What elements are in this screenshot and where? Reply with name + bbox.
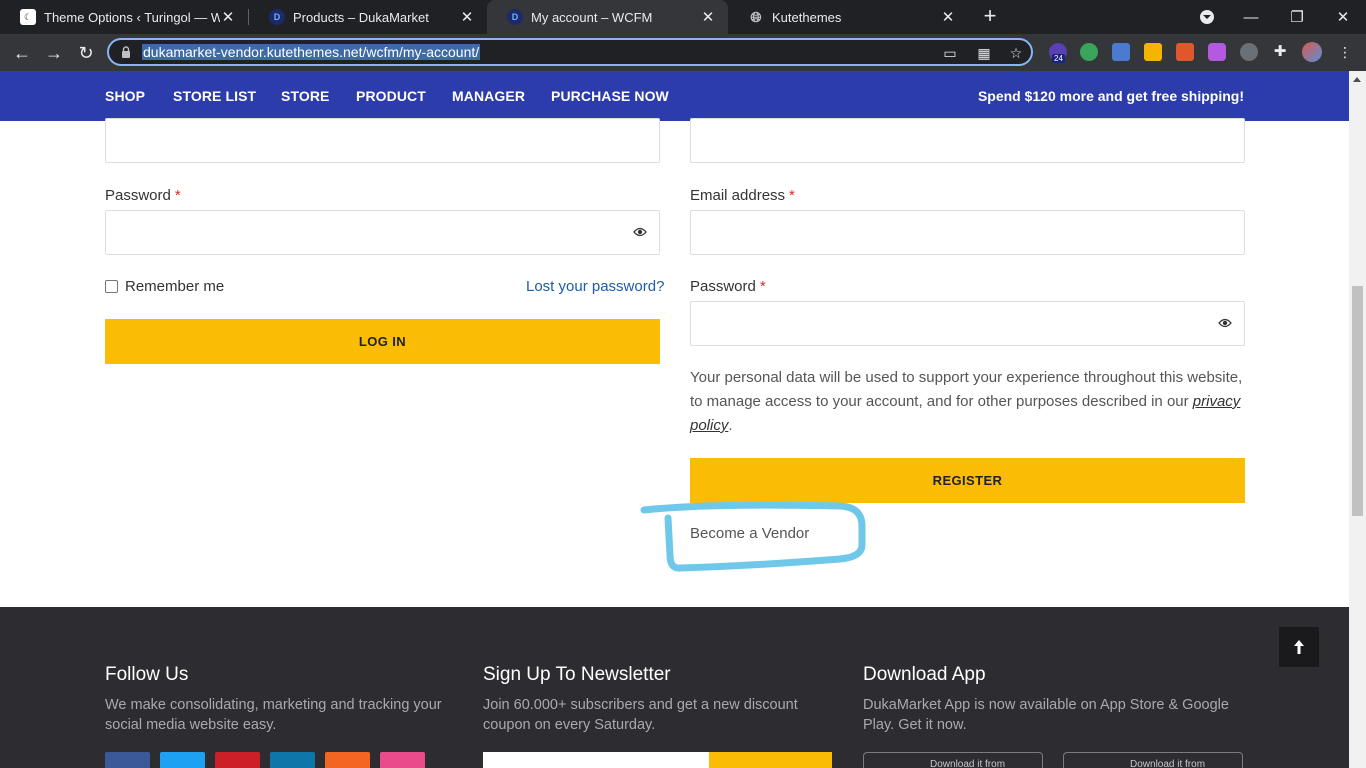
register-password-input[interactable] [690,301,1245,346]
app-text: DukaMarket App is now available on App S… [863,697,1229,733]
back-to-top-button[interactable] [1279,627,1319,667]
scroll-up-icon[interactable] [1353,77,1361,82]
eye-icon[interactable] [633,226,647,238]
follow-text: We make consolidating, marketing and tra… [105,697,442,733]
nav-store-list[interactable]: STORE LIST [173,88,256,104]
menu-icon[interactable]: ⋮ [1336,43,1354,61]
extension-badge: 24 [1052,54,1065,63]
newsletter-text: Join 60.000+ subscribers and get a new d… [483,697,798,733]
reload-icon[interactable]: ↻ [73,40,99,66]
back-icon[interactable]: ← [9,40,35,66]
address-bar[interactable]: dukamarket-vendor.kutethemes.net/wcfm/my… [107,38,1033,66]
site-nav: SHOP STORE LIST STORE PRODUCT MANAGER PU… [0,71,1349,121]
privacy-notice: Your personal data will be used to suppo… [690,369,1243,434]
arrow-up-icon [1294,640,1304,654]
forward-icon[interactable]: → [41,40,67,66]
follow-title: Follow Us [105,664,189,685]
scrollbar-thumb[interactable] [1352,286,1363,516]
close-icon[interactable]: ✕ [459,8,475,26]
browser-tab-bar: ☾ Theme Options ‹ Turingol — Wo ✕ D Prod… [0,0,1366,34]
d-logo-icon: D [269,9,285,25]
window-close-icon[interactable]: ✕ [1320,0,1366,34]
url-text[interactable]: dukamarket-vendor.kutethemes.net/wcfm/my… [142,44,481,60]
page-scrollbar[interactable] [1349,71,1366,768]
register-username-field[interactable] [690,118,1245,163]
pinterest-icon[interactable] [215,752,260,768]
lost-password-link[interactable]: Lost your password? [526,278,664,295]
browser-tab-active[interactable]: D My account – WCFM ✕ [487,0,728,34]
nav-manager[interactable]: MANAGER [452,88,525,104]
avatar[interactable] [1302,42,1322,62]
tab-title: Theme Options ‹ Turingol — Wo [44,9,220,25]
new-tab-icon[interactable]: + [978,5,1002,29]
qr-code-icon[interactable]: ▦ [975,44,993,62]
dribbble-icon[interactable] [380,752,425,768]
site-footer: Follow Us We make consolidating, marketi… [0,607,1349,768]
app-store-button[interactable]: Download it from [863,752,1043,768]
login-password-input[interactable] [105,210,660,255]
eye-icon[interactable] [1218,317,1232,329]
newsletter-subscribe-button[interactable] [709,752,832,768]
extension-icon[interactable] [1080,43,1098,61]
minimize-icon[interactable]: — [1228,0,1274,34]
browser-tab[interactable]: ☾ Theme Options ‹ Turingol — Wo ✕ [0,0,248,34]
register-button[interactable]: REGISTER [690,458,1245,503]
app-store-label: Download it from [930,759,1006,768]
tab-title: My account – WCFM [531,9,653,25]
twitter-icon[interactable] [160,752,205,768]
document-icon: ☾ [20,9,36,25]
nav-shop[interactable]: SHOP [105,88,145,104]
extension-icon[interactable] [1208,43,1226,61]
remember-checkbox[interactable] [105,280,118,293]
linkedin-icon[interactable] [270,752,315,768]
login-password-label: Password * [105,187,181,204]
app-title: Download App [863,664,986,685]
email-label: Email address * [690,187,795,204]
browser-tab[interactable]: D Products – DukaMarket ✕ [249,0,487,34]
rss-icon[interactable] [325,752,370,768]
shipping-promo: Spend $120 more and get free shipping! [977,88,1244,104]
cast-icon[interactable]: ▭ [941,44,959,62]
facebook-icon[interactable] [105,752,150,768]
bookmark-star-icon[interactable]: ☆ [1007,44,1025,62]
extension-icon[interactable] [1112,43,1130,61]
puzzle-icon[interactable]: ✚ [1271,43,1289,61]
username-field[interactable] [105,118,660,163]
newsletter-email-input[interactable] [483,752,709,768]
register-password-label: Password * [690,278,766,295]
d-logo-icon: D [507,9,523,25]
google-play-button[interactable]: Download it from [1063,752,1243,768]
remember-me[interactable]: Remember me [105,278,224,295]
close-icon[interactable]: ✕ [940,8,956,26]
remember-label: Remember me [125,278,225,295]
tab-title: Products – DukaMarket [293,9,429,25]
email-field[interactable] [690,210,1245,255]
restore-icon[interactable]: ❐ [1274,0,1320,34]
extension-icon[interactable] [1176,43,1194,61]
browser-tab[interactable]: 🌐︎ Kutethemes ✕ [728,0,968,34]
become-vendor-link[interactable]: Become a Vendor [690,525,809,542]
close-icon[interactable]: ✕ [700,8,716,26]
login-button[interactable]: LOG IN [105,319,660,364]
close-icon[interactable]: ✕ [220,8,236,26]
google-play-label: Download it from [1130,759,1206,768]
nav-purchase-now[interactable]: PURCHASE NOW [551,88,669,104]
tab-title: Kutethemes [772,9,842,25]
globe-icon: 🌐︎ [750,8,762,25]
tab-search-icon[interactable] [1200,10,1214,24]
drive-icon[interactable] [1144,43,1162,61]
nav-product[interactable]: PRODUCT [356,88,426,104]
lock-icon [122,46,130,58]
newsletter-title: Sign Up To Newsletter [483,664,671,685]
nav-store[interactable]: STORE [281,88,329,104]
browser-toolbar: ← → ↻ dukamarket-vendor.kutethemes.net/w… [0,34,1366,71]
extension-icon[interactable] [1240,43,1258,61]
